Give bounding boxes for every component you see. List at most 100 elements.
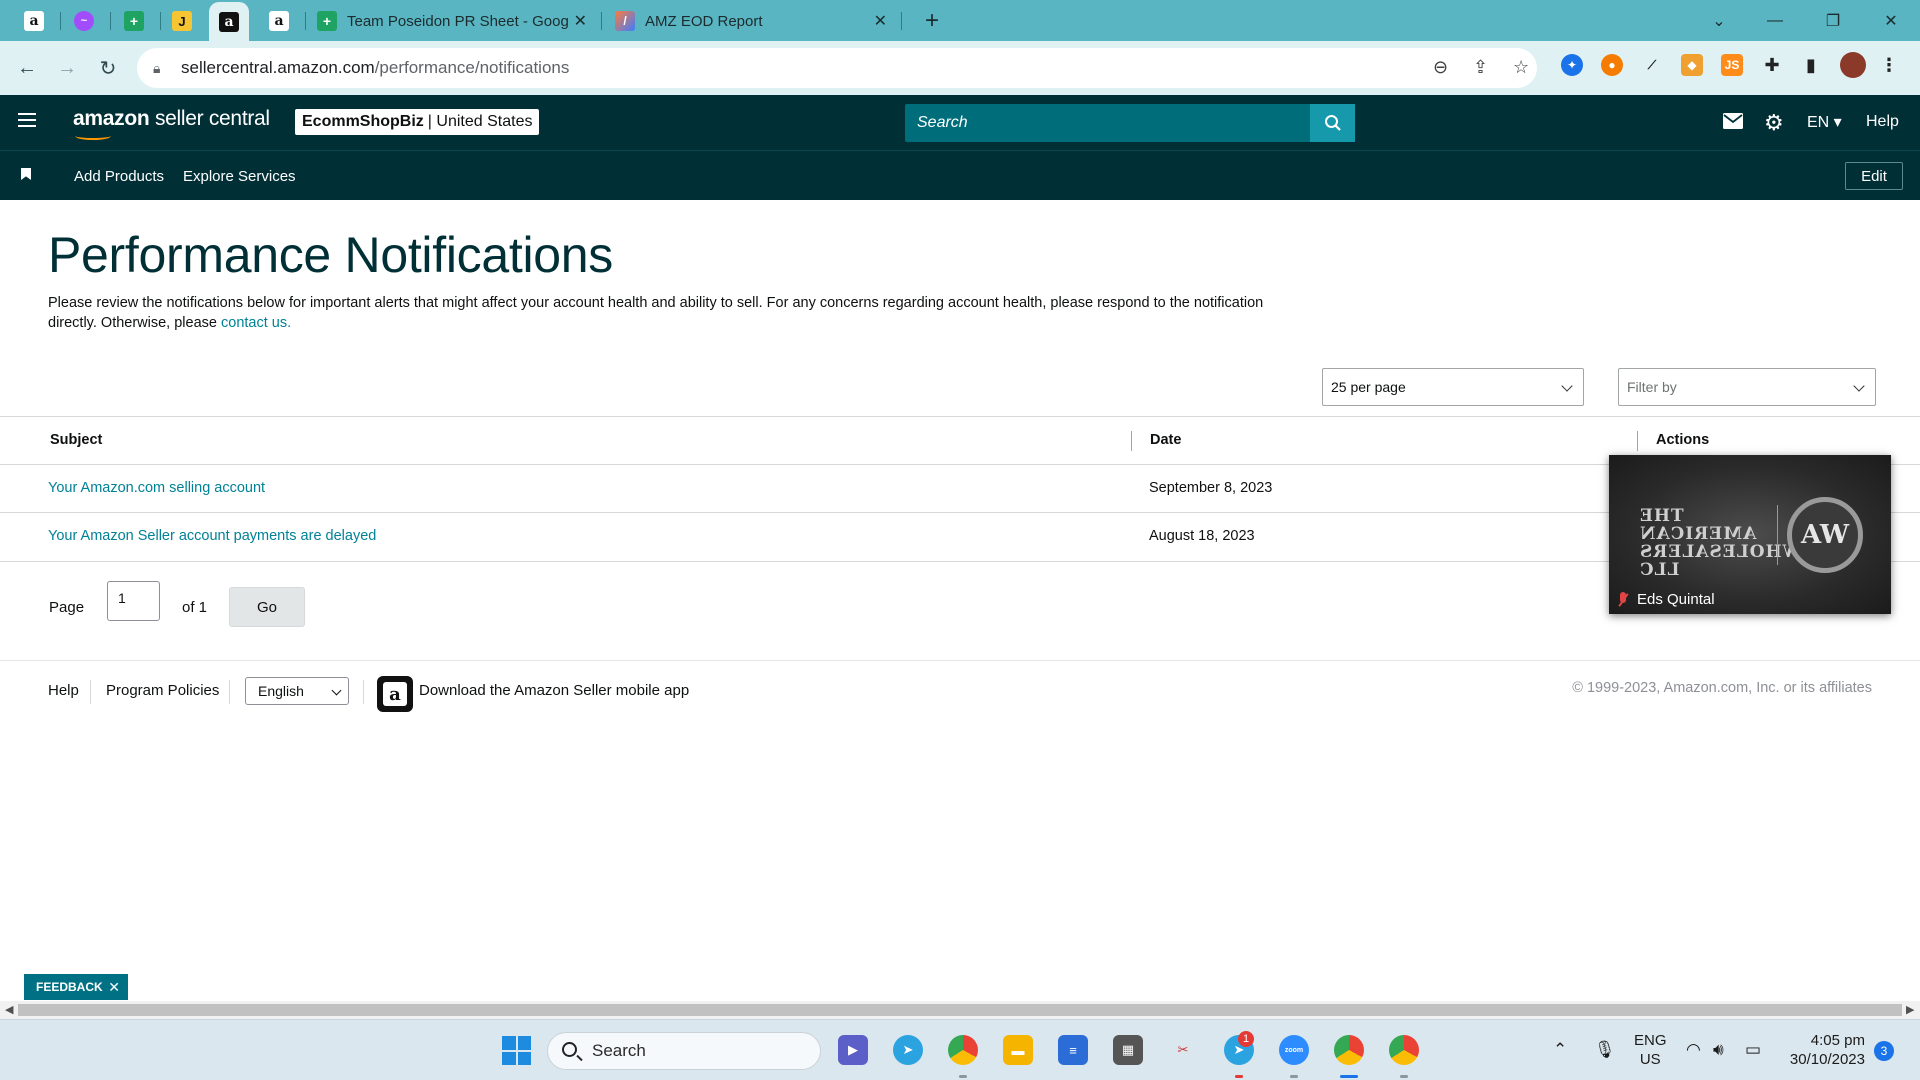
microphone-icon[interactable]: 🎙︎ [1594, 1040, 1616, 1060]
file-explorer-icon[interactable]: ▬ [1003, 1035, 1033, 1065]
chrome-icon[interactable] [948, 1035, 978, 1065]
new-tab-button[interactable]: + [917, 6, 947, 36]
tab-google-sheets[interactable]: + [114, 6, 154, 36]
video-call-tile[interactable]: THE AMERICAN WHOLESALERS LLC AW Eds Quintal [1609, 455, 1891, 614]
settings-gear-icon[interactable]: ⚙ [1764, 110, 1784, 136]
minimize-button[interactable]: — [1752, 6, 1798, 36]
tab-seller-central-active[interactable]: a [209, 2, 249, 41]
report-icon: / [615, 11, 635, 31]
share-icon[interactable]: ⇪ [1473, 57, 1488, 78]
header-subject[interactable]: Subject [50, 432, 102, 448]
tab-jungle-scout[interactable]: J [162, 6, 202, 36]
horizontal-scrollbar[interactable]: ◀ ▶ [0, 1001, 1920, 1019]
input-language-bottom: US [1639, 1051, 1661, 1068]
scroll-right-arrow-icon[interactable]: ▶ [1906, 1003, 1914, 1016]
js-extension-icon[interactable]: JS [1721, 54, 1743, 76]
header-help-link[interactable]: Help [1866, 113, 1899, 131]
feedback-button[interactable]: FEEDBACK ✕ [24, 974, 128, 1000]
side-panel-icon[interactable]: ▮ [1800, 54, 1822, 76]
calculator-icon[interactable]: ▦ [1113, 1035, 1143, 1065]
amazon-seller-app-icon[interactable]: a [377, 676, 413, 712]
tab-amazon[interactable]: a [14, 6, 54, 36]
scroll-left-arrow-icon[interactable]: ◀ [5, 1003, 13, 1016]
seller-central-logo[interactable]: amazon seller central [73, 107, 270, 140]
edit-button[interactable]: Edit [1845, 162, 1903, 190]
footer-separator [229, 680, 230, 704]
running-indicator [959, 1075, 967, 1078]
show-hidden-icons-chevron-icon[interactable]: ⌃ [1553, 1040, 1567, 1060]
language-selector[interactable]: EN ▾ [1807, 112, 1842, 132]
telegram-icon[interactable]: ➤ [893, 1035, 923, 1065]
search-input[interactable]: Search [905, 104, 1310, 142]
reload-button[interactable]: ↻ [91, 51, 125, 85]
extensions-puzzle-icon[interactable]: ✚ [1761, 54, 1783, 76]
telegram-unread-badge: 1 [1238, 1031, 1254, 1047]
messages-mail-icon[interactable] [1723, 112, 1743, 135]
close-tab-icon[interactable]: ✕ [574, 11, 587, 31]
close-feedback-icon[interactable]: ✕ [108, 979, 120, 996]
clock[interactable]: 4:05 pm 30/10/2023 [1785, 1031, 1865, 1069]
zoom-icon[interactable]: zoom [1279, 1035, 1309, 1065]
tab-amazon-2[interactable]: a [259, 6, 299, 36]
extension-icon[interactable]: ✦ [1561, 54, 1583, 76]
bookmark-star-icon[interactable]: ☆ [1513, 57, 1529, 78]
search-button[interactable] [1310, 104, 1355, 142]
teams-icon[interactable]: ▶ [838, 1035, 868, 1065]
taskbar-search[interactable]: Search [547, 1032, 821, 1070]
footer-language-select[interactable]: English [245, 677, 349, 705]
bookmark-icon[interactable] [21, 168, 31, 180]
profile-avatar[interactable] [1840, 52, 1866, 78]
column-divider [1637, 431, 1638, 451]
windows-taskbar: Search ▶ ➤ ▬ ≡ ▦ ✂ ➤ 1 zoom ⌃ 🎙︎ ENG US … [0, 1019, 1920, 1080]
page-number-input[interactable]: 1 [107, 581, 160, 621]
nav-explore-services[interactable]: Explore Services [183, 168, 296, 185]
extension-icon[interactable]: ● [1601, 54, 1623, 76]
back-button[interactable]: ← [10, 51, 44, 85]
chrome-profile-icon[interactable] [1334, 1035, 1364, 1065]
browser-menu-icon[interactable]: ⋮ [1878, 54, 1900, 76]
store-region: United States [436, 113, 533, 130]
tab-team-poseidon[interactable]: + Team Poseidon PR Sheet - Goog ✕ [307, 6, 597, 36]
snipping-tool-icon[interactable]: ✂ [1168, 1035, 1198, 1065]
notification-subject-link[interactable]: Your Amazon.com selling account [48, 480, 265, 496]
per-page-select[interactable]: 25 per page [1322, 368, 1584, 406]
header-date[interactable]: Date [1150, 432, 1181, 448]
notification-subject-link[interactable]: Your Amazon Seller account payments are … [48, 528, 376, 544]
filter-select[interactable]: Filter by [1618, 368, 1876, 406]
tab-search-chevron-icon[interactable]: ⌄ [1696, 6, 1742, 36]
zoom-icon[interactable]: ⊖ [1433, 57, 1448, 78]
close-window-button[interactable]: ✕ [1868, 6, 1914, 36]
lock-icon: 🔒︎ [153, 59, 161, 76]
input-language[interactable]: ENG US [1634, 1031, 1667, 1069]
search-icon [1324, 115, 1341, 131]
tab-messenger[interactable]: ~ [64, 6, 104, 36]
battery-icon[interactable]: ▭ [1745, 1040, 1761, 1060]
wifi-icon[interactable]: ◠ [1686, 1040, 1701, 1060]
chrome-profile-icon-2[interactable] [1389, 1035, 1419, 1065]
extension-icon[interactable]: ⟋ [1641, 54, 1663, 76]
go-button[interactable]: Go [229, 587, 305, 627]
contact-us-link[interactable]: contact us. [221, 315, 291, 331]
google-sheets-icon: + [124, 11, 144, 31]
close-tab-icon[interactable]: ✕ [874, 11, 887, 31]
extension-icon[interactable]: ◆ [1681, 54, 1703, 76]
windows-start-icon[interactable] [502, 1036, 531, 1065]
restore-button[interactable]: ❐ [1810, 6, 1856, 36]
tab-separator [601, 12, 602, 30]
address-bar[interactable]: 🔒︎ sellercentral.amazon.com/performance/… [137, 48, 1537, 88]
running-indicator [1400, 1075, 1408, 1078]
notepad-icon[interactable]: ≡ [1058, 1035, 1088, 1065]
url-path: /performance/notifications [374, 58, 570, 77]
footer-help-link[interactable]: Help [48, 682, 79, 699]
forward-button[interactable]: → [50, 51, 84, 85]
store-selector[interactable]: EcommShopBiz | United States [295, 109, 540, 135]
notification-count-badge[interactable]: 3 [1874, 1041, 1894, 1061]
volume-icon[interactable]: 🔊︎ [1713, 1040, 1724, 1060]
scrollbar-thumb[interactable] [18, 1004, 1902, 1016]
footer-program-policies-link[interactable]: Program Policies [106, 682, 219, 699]
tab-amz-eod-report[interactable]: / AMZ EOD Report ✕ [605, 6, 897, 36]
download-app-link[interactable]: Download the Amazon Seller mobile app [419, 682, 689, 699]
hamburger-menu-icon[interactable] [18, 113, 36, 127]
nav-add-products[interactable]: Add Products [74, 168, 164, 185]
browser-tabstrip: a ~ + J a a + Team Poseidon PR Sheet - G… [0, 0, 1920, 41]
